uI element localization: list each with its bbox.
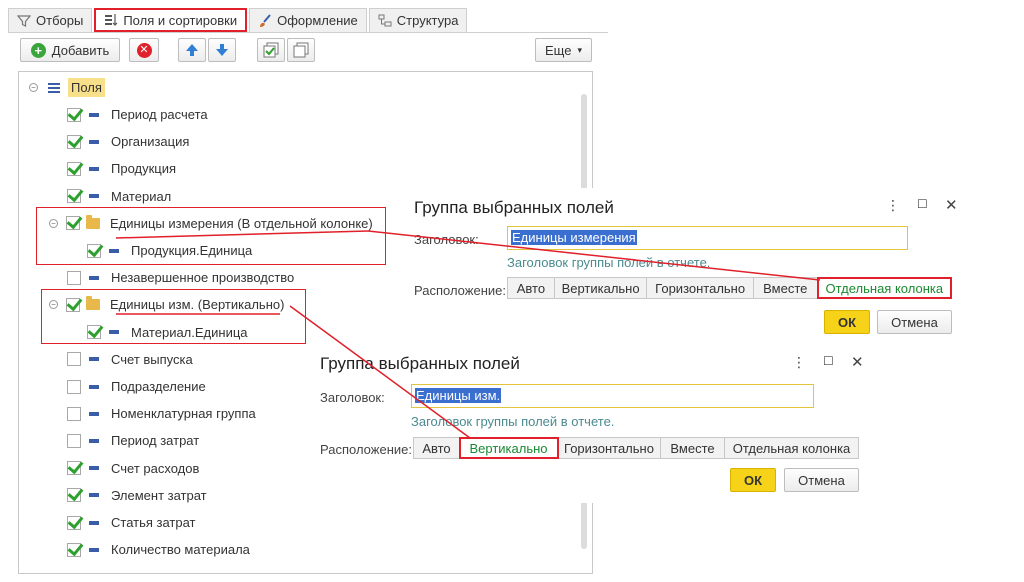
connector-separate: [367, 230, 821, 281]
underline-separate: [115, 230, 369, 239]
annotation-lines: [115, 230, 821, 439]
connector-vertical: [289, 305, 471, 439]
